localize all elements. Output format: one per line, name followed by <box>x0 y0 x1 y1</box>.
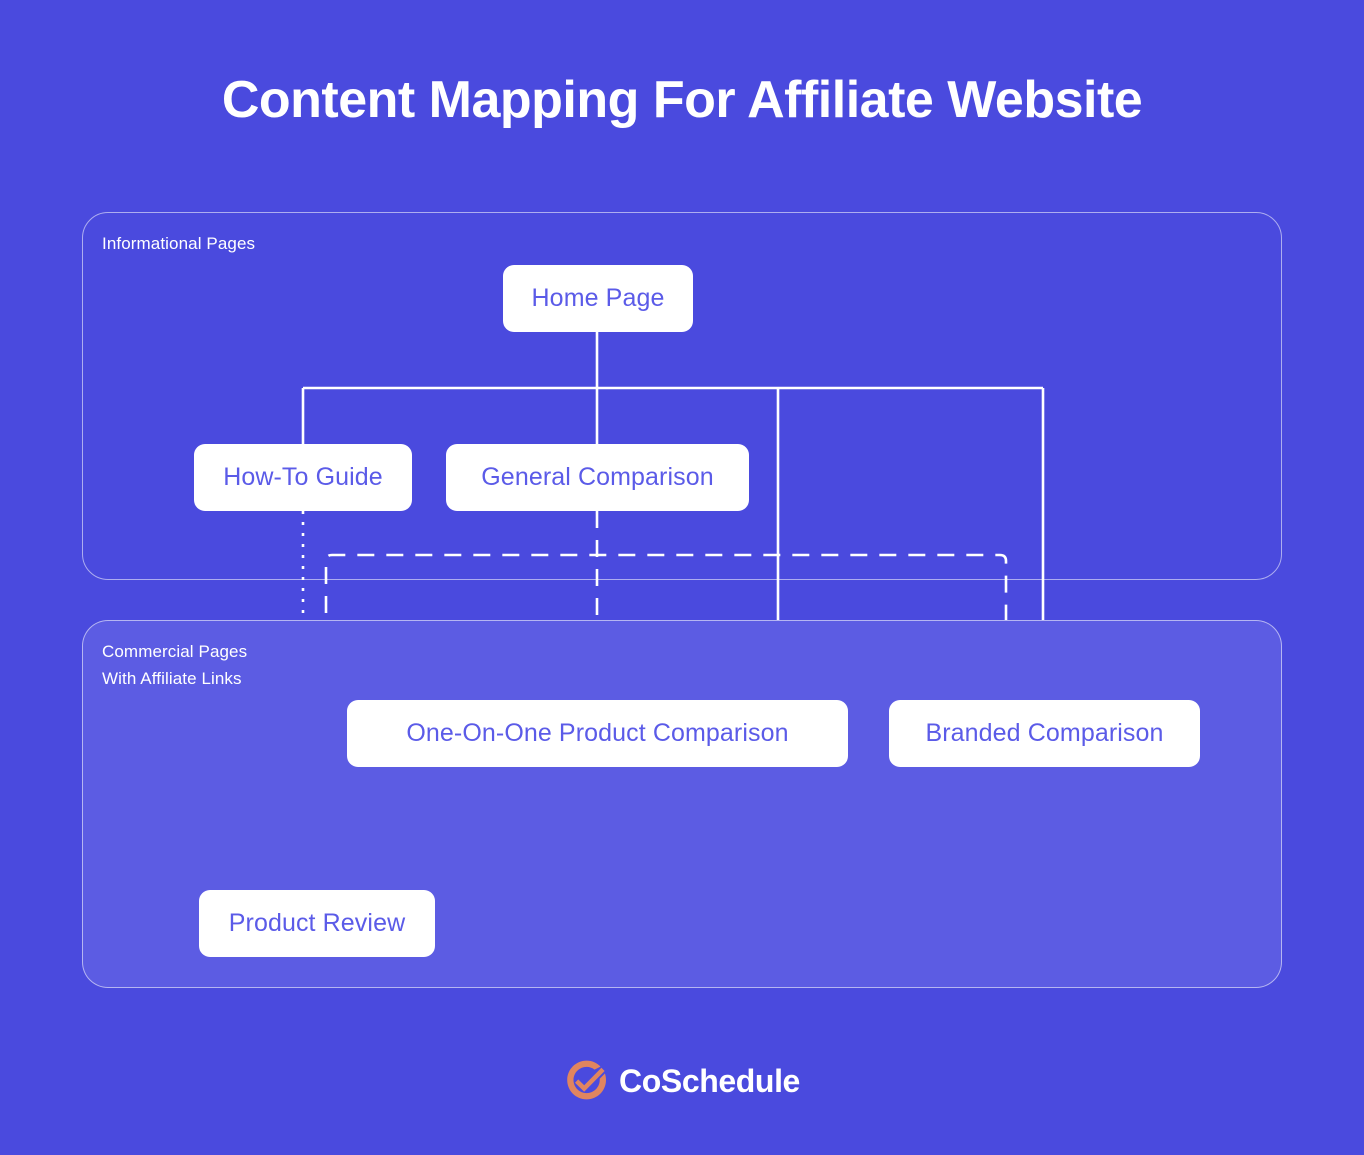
coschedule-wordmark: CoSchedule <box>619 1062 800 1099</box>
coschedule-logo: CoSchedule <box>0 1060 1364 1102</box>
node-branded-comparison[interactable]: Branded Comparison <box>889 700 1200 767</box>
node-home-page[interactable]: Home Page <box>503 265 693 332</box>
node-one-on-one-product-comparison[interactable]: One-On-One Product Comparison <box>347 700 848 767</box>
node-general-comparison[interactable]: General Comparison <box>446 444 749 511</box>
group-label-commercial: Commercial Pages With Affiliate Links <box>102 642 248 689</box>
page-title: Content Mapping For Affiliate Website <box>221 71 1143 129</box>
node-product-review[interactable]: Product Review <box>199 890 435 957</box>
node-how-to-guide[interactable]: How-To Guide <box>194 444 412 511</box>
group-label-informational: Informational Pages <box>102 234 256 253</box>
infographic-canvas: Content Mapping For Affiliate Website In… <box>0 0 1364 1155</box>
check-circle-icon <box>567 1060 607 1100</box>
